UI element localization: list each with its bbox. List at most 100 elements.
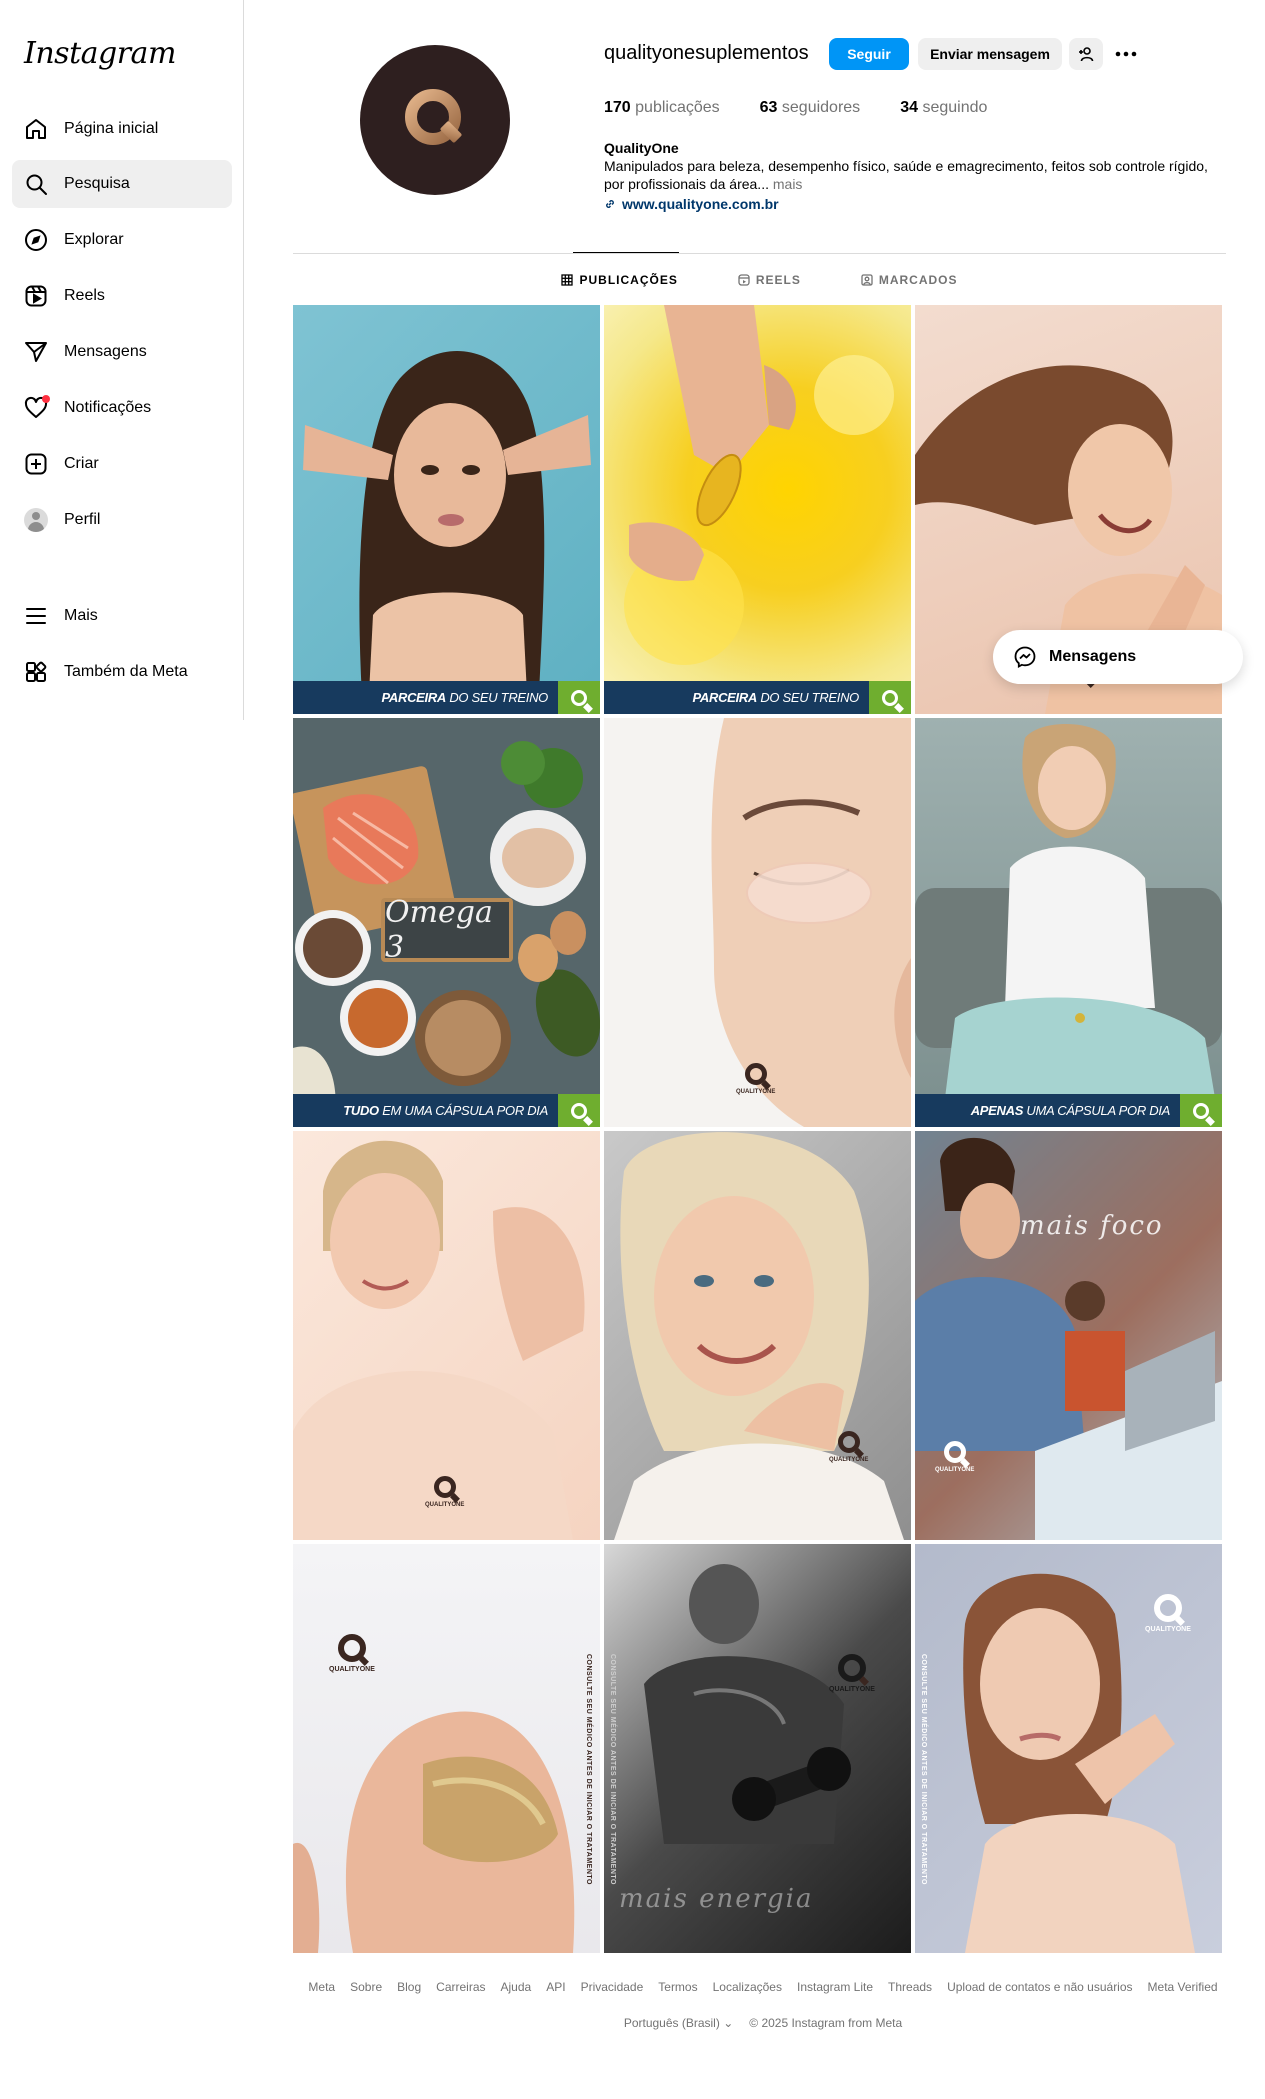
disclaimer-text: CONSULTE SEU MÉDICO ANTES DE INICIAR O T… [585,1654,592,1886]
post-tile[interactable]: Omega 3 TUDO EM UMA CÁPSULA POR DIA [293,718,600,1127]
bio-more-link[interactable]: mais [773,176,803,192]
qualityone-watermark: QUALITYONE [736,1063,775,1095]
post-banner: PARCEIRA DO SEU TREINO [293,681,600,714]
sidebar-item-more[interactable]: Mais [12,592,232,640]
footer-link[interactable]: Privacidade [581,1980,644,1994]
plus-square-icon [24,452,48,476]
qualityone-logo-icon [405,89,462,145]
grid-icon [561,274,574,286]
followers-stat[interactable]: 63 seguidores [760,99,861,117]
avatar-icon [24,508,48,532]
post-tile[interactable]: APENAS UMA CÁPSULA POR DIA [915,718,1222,1127]
messages-floating-label: Mensagens [1049,648,1137,665]
profile-stats: 170 publicações 63 seguidores 34 seguind… [604,99,987,117]
footer-link[interactable]: Carreiras [436,1980,485,1994]
footer-link[interactable]: Threads [888,1980,932,1994]
disclaimer-text: CONSULTE SEU MÉDICO ANTES DE INICIAR O T… [609,1654,616,1886]
follow-button[interactable]: Seguir [829,38,909,70]
post-banner: APENAS UMA CÁPSULA POR DIA [915,1094,1222,1127]
sidebar-item-label: Reels [64,287,105,304]
footer-link[interactable]: Meta Verified [1148,1980,1218,1994]
footer-link[interactable]: Meta [308,1980,335,1994]
profile-avatar[interactable] [360,45,510,195]
post-image [614,1132,904,1540]
footer-links: Meta Sobre Blog Carreiras Ajuda API Priv… [293,1980,1233,1994]
sidebar-item-search[interactable]: Pesquisa [12,160,232,208]
footer-link[interactable]: Upload de contatos e não usuários [947,1980,1132,1994]
profile-full-name: QualityOne [604,140,679,156]
banner-text: APENAS UMA CÁPSULA POR DIA [970,1103,1171,1118]
suggested-accounts-button[interactable] [1069,38,1103,70]
post-tile[interactable]: QUALITYONE CONSULTE SEU MÉDICO ANTES DE … [293,1544,600,1953]
sidebar-item-also-from-meta[interactable]: Também da Meta [12,648,232,696]
footer-link[interactable]: Termos [658,1980,697,1994]
qualityone-watermark: QUALITYONE [425,1476,464,1508]
posts-stat: 170 publicações [604,99,720,116]
qualityone-watermark: QUALITYONE [829,1431,868,1463]
sidebar-item-reels[interactable]: Reels [12,272,232,320]
sidebar-item-messages[interactable]: Mensagens [12,328,232,376]
sidebar-item-profile[interactable]: Perfil [12,496,232,544]
link-icon [606,200,614,208]
options-button[interactable] [1112,38,1140,70]
messenger-icon [1014,646,1036,669]
sidebar-item-label: Notificações [64,399,152,416]
tab-tagged[interactable]: MARCADOS [861,254,958,306]
footer-link[interactable]: Ajuda [501,1980,532,1994]
footer-link[interactable]: Sobre [350,1980,382,1994]
language-selector[interactable]: Português (Brasil) ⌄ [624,2016,733,2030]
chevron-down-icon: ⌄ [723,2016,734,2030]
reels-icon [24,284,48,308]
home-icon [24,117,48,141]
post-banner: PARCEIRA DO SEU TREINO [604,681,911,714]
send-icon [24,340,48,364]
post-image [915,1131,1222,1540]
sidebar-item-create[interactable]: Criar [12,440,232,488]
posts-grid: PARCEIRA DO SEU TREINO PARCEIRA DO SEU T… [293,305,1222,1953]
footer-link[interactable]: Localizações [713,1980,782,1994]
heart-icon [24,395,50,420]
profile-tabs: PUBLICAÇÕES REELS MARCADOS [293,254,1226,306]
post-tile[interactable]: QUALITYONE [604,718,911,1127]
bio-text: Manipulados para beleza, desempenho físi… [604,158,1208,174]
post-tile[interactable]: QUALITYONE [604,1131,911,1540]
tab-reels[interactable]: REELS [738,254,801,306]
post-image [303,351,591,714]
footer-link[interactable]: API [546,1980,565,1994]
banner-text: PARCEIRA DO SEU TREINO [692,690,859,705]
banner-text: TUDO EM UMA CÁPSULA POR DIA [343,1103,548,1118]
sidebar-item-label: Perfil [64,511,101,528]
reels-icon [738,274,750,286]
script-overlay-text: mais foco [1020,1211,1164,1241]
bio-external-link[interactable]: www.qualityone.com.br [604,195,1224,213]
post-image [915,724,1222,1098]
sidebar-item-home[interactable]: Página inicial [12,105,232,153]
script-overlay-text: mais energia [619,1884,814,1914]
footer-link[interactable]: Instagram Lite [797,1980,873,1994]
copyright-text: © 2025 Instagram from Meta [749,2016,903,2030]
post-tile[interactable]: PARCEIRA DO SEU TREINO [604,305,911,714]
disclaimer-text: CONSULTE SEU MÉDICO ANTES DE INICIAR O T… [920,1654,927,1886]
messages-floating-button[interactable]: Mensagens [993,630,1243,684]
post-tile[interactable]: PARCEIRA DO SEU TREINO [293,305,600,714]
send-message-button[interactable]: Enviar mensagem [918,38,1062,70]
post-tile[interactable]: QUALITYONE CONSULTE SEU MÉDICO ANTES DE … [915,1544,1222,1953]
post-banner: TUDO EM UMA CÁPSULA POR DIA [293,1094,600,1127]
qualityone-watermark: QUALITYONE [1145,1594,1191,1633]
post-tile[interactable]: QUALITYONE mais energia CONSULTE SEU MÉD… [604,1544,911,1953]
active-tab-indicator [573,252,679,253]
qualityone-badge-icon [869,681,911,714]
search-icon [24,172,48,196]
instagram-logo[interactable]: Instagram [24,36,176,71]
add-person-icon [1079,47,1094,62]
menu-icon [24,604,48,628]
tab-posts[interactable]: PUBLICAÇÕES [561,254,677,306]
footer-bottom: Português (Brasil) ⌄ © 2025 Instagram fr… [293,2016,1233,2030]
footer-link[interactable]: Blog [397,1980,421,1994]
sidebar-item-notifications[interactable]: Notificações [12,384,232,432]
qualityone-badge-icon [558,1094,600,1127]
following-stat[interactable]: 34 seguindo [900,99,987,117]
post-tile[interactable]: mais foco QUALITYONE [915,1131,1222,1540]
sidebar-item-explore[interactable]: Explorar [12,216,232,264]
post-tile[interactable]: QUALITYONE [293,1131,600,1540]
